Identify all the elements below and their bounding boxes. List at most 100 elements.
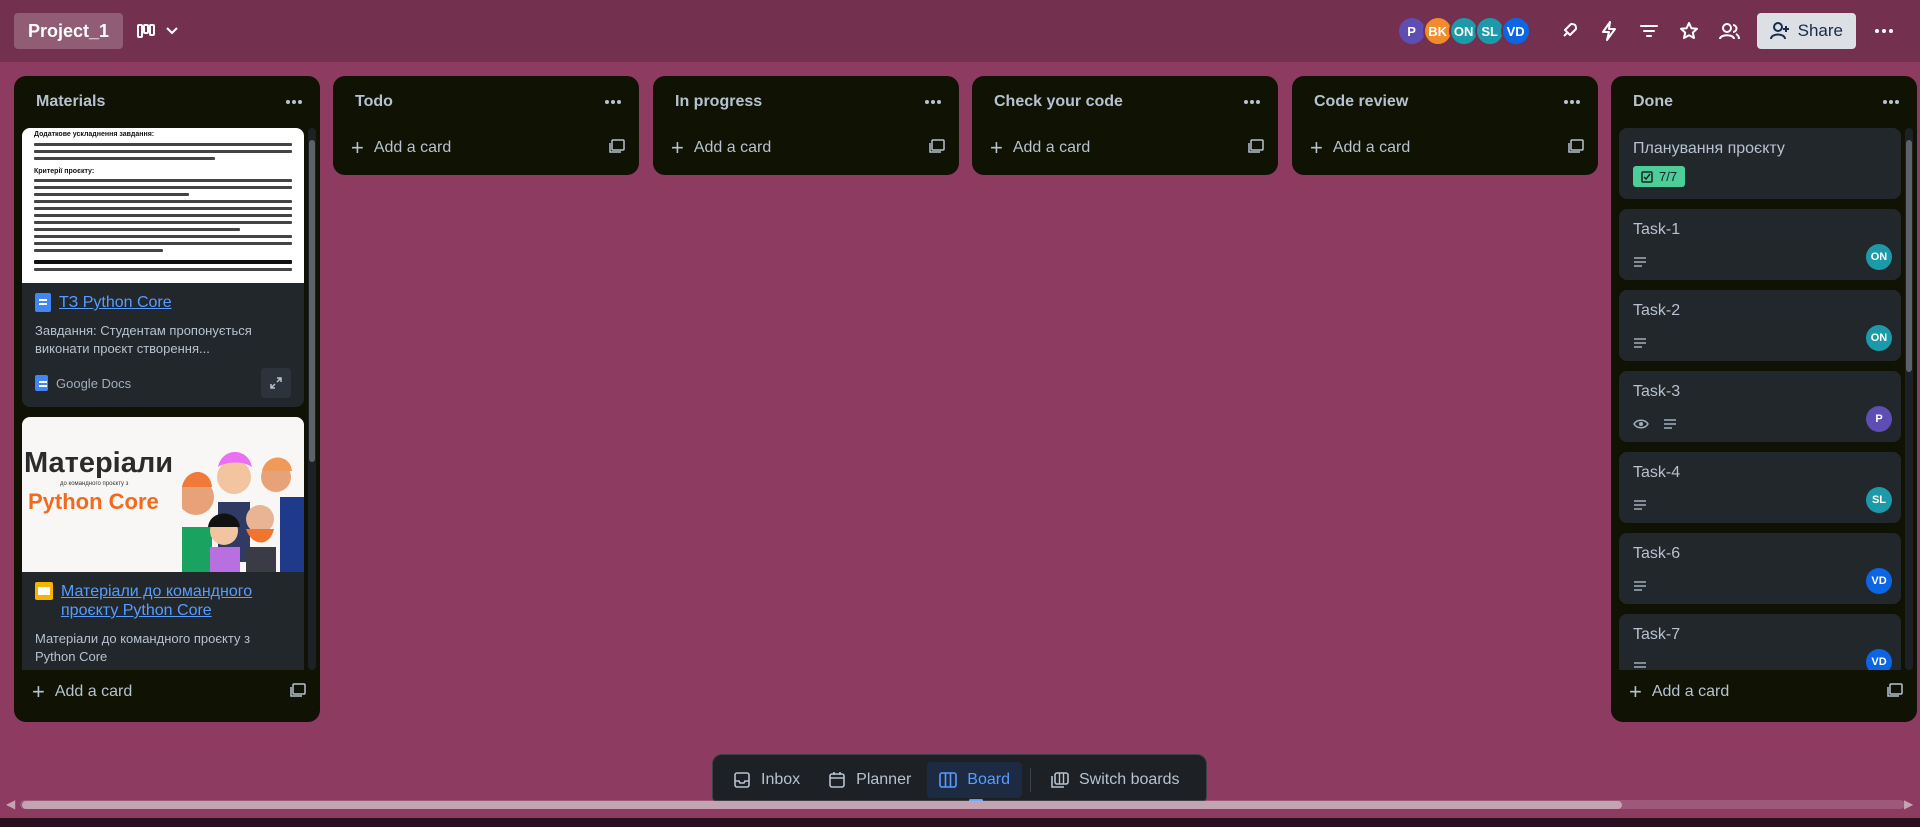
eye-icon <box>1633 419 1649 429</box>
more-icon[interactable] <box>1862 13 1906 49</box>
avatar[interactable]: ON <box>1866 325 1892 351</box>
description-icon <box>1634 581 1646 591</box>
list-title[interactable]: In progress <box>675 93 762 111</box>
list-title[interactable]: Code review <box>1314 93 1408 111</box>
card-materials-python-core[interactable]: Матеріали до командного проєкту з Python… <box>22 417 304 670</box>
card-title: Task-1 <box>1633 221 1681 238</box>
board-horizontal-scrollbar[interactable]: ◀ ▶ <box>0 796 1920 812</box>
people-illustration <box>182 452 304 572</box>
list-title[interactable]: Done <box>1633 93 1673 111</box>
card-title: Task-4 <box>1633 464 1681 481</box>
description-icon <box>1664 419 1676 429</box>
avatar[interactable]: VD <box>1866 649 1892 670</box>
list-in-progress: In progress + Add a card <box>653 76 959 175</box>
avatar[interactable]: SL <box>1866 487 1892 513</box>
nav-switch-boards[interactable]: Switch boards <box>1039 762 1192 798</box>
card-source-label: Google Docs <box>56 375 132 391</box>
add-card-button[interactable]: + Add a card <box>990 137 1090 159</box>
checklist-icon <box>1641 170 1653 183</box>
card-template-icon[interactable] <box>929 138 945 158</box>
list-menu-icon[interactable] <box>1244 100 1260 104</box>
card-title: Планування проєкту <box>1633 140 1785 157</box>
card-tz-python-core[interactable]: Додаткове ускладнення завдання: Критерії… <box>22 128 304 407</box>
scroll-left-icon[interactable]: ◀ <box>6 797 15 811</box>
add-card-button[interactable]: + Add a card <box>1310 137 1410 159</box>
list-menu-icon[interactable] <box>1883 100 1899 104</box>
list-todo: Todo + Add a card <box>333 76 639 175</box>
slide-title-python: Python Core <box>28 489 159 514</box>
card-title: Task-3 <box>1633 383 1681 400</box>
nav-board[interactable]: Board <box>927 762 1022 802</box>
board-view-icon <box>137 24 156 38</box>
calendar-icon <box>829 772 845 788</box>
description-icon <box>1634 257 1646 267</box>
list-title[interactable]: Todo <box>355 93 393 111</box>
share-label: Share <box>1797 21 1843 40</box>
list-done: Done Планування проєкту 7/7 Task-1 ON Ta… <box>1611 76 1917 722</box>
list-menu-icon[interactable] <box>925 100 941 104</box>
avatar[interactable]: VD <box>1500 16 1531 46</box>
avatar[interactable]: ON <box>1866 244 1892 270</box>
list-title[interactable]: Materials <box>36 93 105 111</box>
list-menu-icon[interactable] <box>605 100 621 104</box>
avatar[interactable]: P <box>1866 406 1892 432</box>
card-task[interactable]: Task-6 VD <box>1619 533 1901 604</box>
slide-title: Матеріали <box>24 447 174 479</box>
add-card-button[interactable]: + Add a card <box>351 137 451 159</box>
star-icon[interactable] <box>1669 13 1709 49</box>
add-card-button[interactable]: + Add a card <box>1629 681 1729 703</box>
chevron-down-icon <box>166 27 178 35</box>
card-title: Task-2 <box>1633 302 1681 319</box>
doc-preview-heading: Додаткове ускладнення завдання: <box>34 131 155 138</box>
add-card-row: + Add a card <box>14 672 320 712</box>
card-template-icon[interactable] <box>1568 138 1584 158</box>
add-card-row: + Add a card <box>1611 672 1917 712</box>
card-task[interactable]: Task-2 ON <box>1619 290 1901 361</box>
doc-preview-criteria: Критерії проєкту: <box>34 168 95 175</box>
google-docs-icon <box>35 375 48 391</box>
add-card-button[interactable]: + Add a card <box>671 137 771 159</box>
add-card-button[interactable]: + Add a card <box>32 681 132 703</box>
footer-strip <box>0 818 1920 827</box>
card-task[interactable]: Task-1 ON <box>1619 209 1901 280</box>
checklist-badge: 7/7 <box>1633 166 1686 187</box>
list-code-review: Code review + Add a card <box>1292 76 1598 175</box>
card-task[interactable]: Task-4 SL <box>1619 452 1901 523</box>
card-template-icon[interactable] <box>609 138 625 158</box>
lightning-icon[interactable] <box>1589 13 1629 49</box>
card-task[interactable]: Task-3 P <box>1619 371 1901 442</box>
card-link[interactable]: ТЗ Python Core <box>59 293 172 312</box>
card-template-icon[interactable] <box>1248 138 1264 158</box>
board-title[interactable]: Project_1 <box>14 13 124 49</box>
rocket-icon[interactable] <box>1549 13 1589 49</box>
card-title: Task-6 <box>1633 545 1681 562</box>
inbox-icon <box>734 772 750 788</box>
share-button[interactable]: Share <box>1756 13 1856 49</box>
board-icon <box>939 772 958 788</box>
description-icon <box>1634 500 1646 510</box>
card-template-icon[interactable] <box>290 682 306 702</box>
card-task[interactable]: Task-7 VD <box>1619 614 1901 670</box>
slide-preview-image: Матеріали до командного проєкту з Python… <box>22 417 304 572</box>
nav-inbox[interactable]: Inbox <box>721 762 812 798</box>
filter-icon[interactable] <box>1629 13 1669 49</box>
nav-planner[interactable]: Planner <box>816 762 923 798</box>
card-link[interactable]: Матеріали до командного проєкту Python C… <box>61 582 291 620</box>
list-menu-icon[interactable] <box>1564 100 1580 104</box>
list-title[interactable]: Check your code <box>994 93 1123 111</box>
description-icon <box>1634 338 1646 348</box>
board-header: Project_1 P BK ON SL VD Share <box>0 0 1920 62</box>
people-icon[interactable] <box>1709 13 1749 49</box>
list-menu-icon[interactable] <box>286 100 302 104</box>
card-planning[interactable]: Планування проєкту 7/7 <box>1619 128 1901 199</box>
scroll-right-icon[interactable]: ▶ <box>1904 797 1913 811</box>
list-scrollbar[interactable] <box>308 128 316 670</box>
add-member-icon <box>1769 22 1789 40</box>
description-icon <box>1634 662 1646 668</box>
avatar[interactable]: VD <box>1866 568 1892 594</box>
list-scrollbar[interactable] <box>1905 128 1913 670</box>
expand-icon[interactable] <box>261 368 291 398</box>
board-members: P BK ON SL VD <box>1396 16 1531 46</box>
board-view-switcher[interactable] <box>137 24 179 38</box>
card-template-icon[interactable] <box>1887 682 1903 702</box>
